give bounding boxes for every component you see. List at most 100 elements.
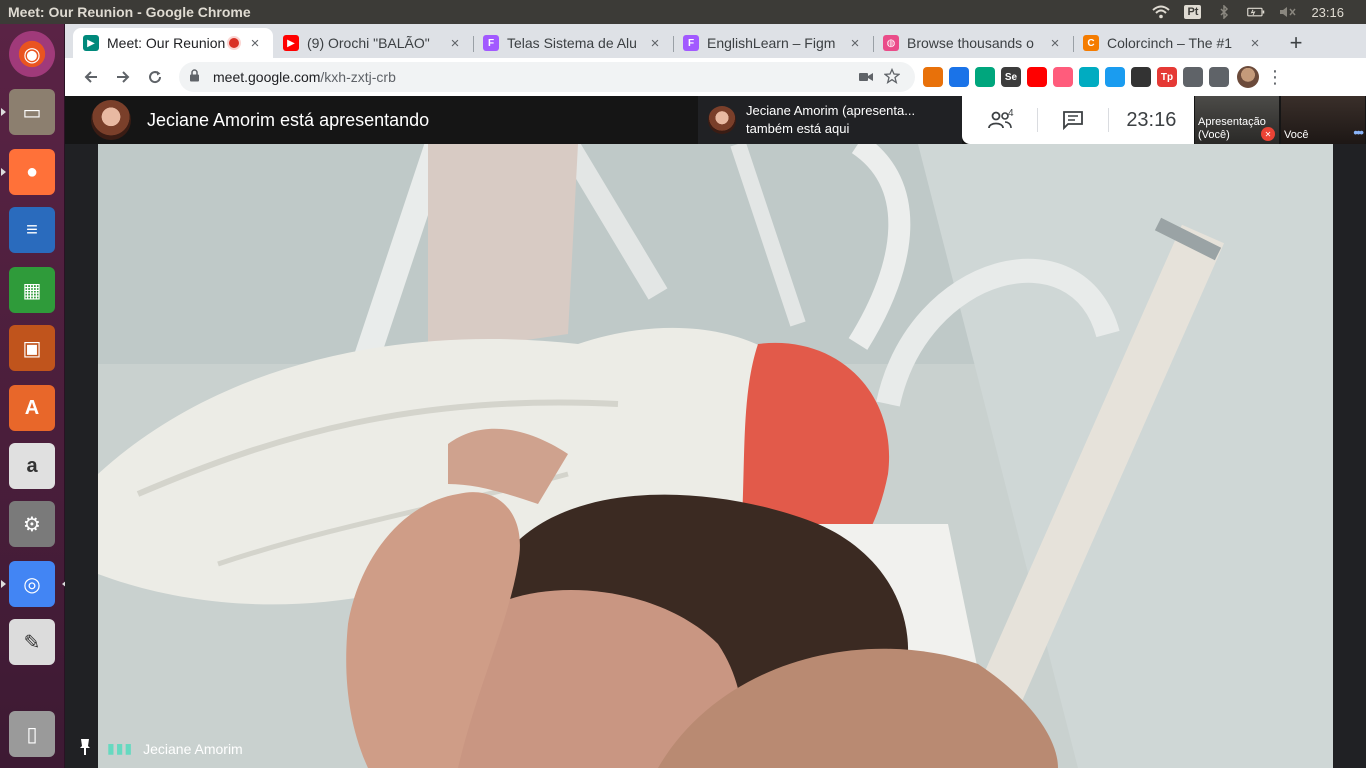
video-frame-image [98, 144, 1333, 768]
address-bar[interactable]: meet.google.com/kxh-zxtj-crb [179, 62, 915, 92]
amazon-icon: a [9, 443, 55, 489]
reload-button[interactable] [139, 61, 171, 93]
keyboard-layout-indicator[interactable]: Pt [1184, 5, 1202, 19]
launcher-item-text-editor[interactable]: ✎ [6, 616, 58, 668]
browser-tab[interactable]: F EnglishLearn – Figm × [673, 28, 873, 58]
tab-close-icon[interactable]: × [647, 35, 663, 52]
lock-icon[interactable] [189, 69, 203, 85]
tab-label: EnglishLearn – Figm [707, 35, 836, 51]
file-cabinet-icon: ▭ [9, 89, 55, 135]
browser-tab[interactable]: C Colorcinch – The #1 × [1073, 28, 1273, 58]
browser-tab[interactable]: F Telas Sistema de Alu × [473, 28, 673, 58]
window-title: Meet: Our Reunion - Google Chrome [8, 4, 251, 20]
shopping-bag-icon: A [9, 385, 55, 431]
browser-tab[interactable]: ◍ Browse thousands o × [873, 28, 1073, 58]
presentation-label-line-2: (Você) [1198, 129, 1230, 141]
launcher-item-firefox[interactable]: ● [1, 146, 58, 198]
top-panel: Meet: Our Reunion - Google Chrome Pt 23:… [0, 0, 1366, 24]
presentation-tile-label: Apresentação (Você) [1198, 116, 1266, 142]
browser-tab[interactable]: ▶ (9) Orochi "BALÃO" × [273, 28, 473, 58]
calc-icon: ▦ [9, 267, 55, 313]
forward-button[interactable] [107, 61, 139, 93]
tab-label: Browse thousands o [907, 35, 1034, 51]
meet-header: Jeciane Amorim está apresentando Jeciane… [65, 96, 1366, 144]
tab-close-icon[interactable]: × [1247, 35, 1263, 52]
system-clock[interactable]: 23:16 [1311, 5, 1344, 20]
launcher-item-libreoffice-calc[interactable]: ▦ [6, 264, 58, 316]
launcher-item-google-chrome[interactable]: ◎ [1, 558, 67, 610]
more-options-icon[interactable]: ••• [1353, 124, 1364, 140]
url-domain: meet.google.com [213, 69, 321, 85]
google-meet-icon: ▶ [83, 35, 99, 51]
unity-launcher: ◉ ▭ ● ≡ ▦ ▣ Aa ⚙ ◎ ✎ ▯ [0, 24, 67, 768]
running-indicator [1, 168, 6, 176]
reload-icon [149, 71, 162, 84]
flow-icon[interactable] [1053, 67, 1073, 87]
notice-text: Jeciane Amorim (apresenta... também está… [746, 102, 915, 138]
meet-controls: 4 23:16 [962, 96, 1194, 144]
meeting-clock: 23:16 [1126, 108, 1177, 131]
tab-close-icon[interactable]: × [1047, 35, 1063, 52]
launcher-item-ubuntu-dash[interactable]: ◉ [6, 28, 58, 80]
launcher-item-files[interactable]: ▭ [1, 86, 58, 138]
launcher-item-libreoffice-impress[interactable]: ▣ [6, 322, 58, 374]
tab-close-icon[interactable]: × [247, 35, 263, 52]
tab-close-icon[interactable]: × [447, 35, 463, 52]
wifi-icon[interactable] [1152, 5, 1171, 19]
running-indicator [1, 108, 6, 116]
speaker-label: ▮▮▮ Jeciane Amorim [79, 738, 243, 759]
picture-in-picture-icon[interactable] [1183, 67, 1203, 87]
tp-icon[interactable]: Tp [1157, 67, 1177, 87]
tab-strip: ▶ Meet: Our Reunion × ▶ (9) Orochi "BALÃO" × F… [65, 24, 1366, 58]
participants-count: 4 [1008, 108, 1014, 119]
battery-icon[interactable] [1247, 5, 1265, 19]
back-arrow-icon [84, 71, 97, 83]
forward-arrow-icon [117, 71, 130, 83]
selenium-icon[interactable]: Se [1001, 67, 1021, 87]
chrome-menu-icon[interactable]: ⋮ [1265, 67, 1285, 88]
launcher-item-libreoffice-writer[interactable]: ≡ [6, 204, 58, 256]
new-tab-button[interactable]: + [1281, 28, 1311, 58]
chat-button[interactable] [1038, 96, 1107, 144]
bluetooth-icon[interactable] [1215, 5, 1233, 19]
video-red-icon[interactable] [1027, 67, 1047, 87]
launcher-item-system-settings[interactable]: ⚙ [6, 498, 58, 550]
speaker-name: Jeciane Amorim [143, 740, 243, 757]
screen-cast-icon[interactable] [1079, 67, 1099, 87]
figma-icon: F [683, 35, 699, 51]
eyedropper-icon[interactable] [949, 67, 969, 87]
text-editor-icon: ✎ [9, 619, 55, 665]
pin-icon[interactable] [79, 738, 95, 759]
camera-self-tile[interactable]: Você ••• [1281, 96, 1365, 144]
presentation-self-tile[interactable]: Apresentação (Você) ✕ [1195, 96, 1279, 144]
launcher-item-amazon[interactable]: a [6, 440, 58, 492]
profile-avatar[interactable] [1237, 66, 1259, 88]
extension-orange-circle-icon[interactable] [923, 67, 943, 87]
tab-close-icon[interactable]: × [847, 35, 863, 52]
participants-button[interactable]: 4 [962, 96, 1037, 144]
browser-tab[interactable]: ▶ Meet: Our Reunion × [73, 28, 273, 58]
back-button[interactable] [75, 61, 107, 93]
tab-label: Meet: Our Reunion [107, 35, 226, 51]
puzzle-extensions-icon[interactable] [1209, 67, 1229, 87]
impress-icon: ▣ [9, 325, 55, 371]
tab-label: (9) Orochi "BALÃO" [307, 35, 430, 51]
chrome-icon: ◎ [9, 561, 55, 607]
running-indicator [1, 580, 6, 588]
participant-notice[interactable]: Jeciane Amorim (apresenta... também está… [698, 96, 962, 144]
launcher-item-trash[interactable]: ▯ [6, 708, 58, 760]
dribbble-icon: ◍ [883, 35, 899, 51]
color-dots-icon[interactable] [1131, 67, 1151, 87]
bookmark-star-icon[interactable] [879, 67, 905, 87]
launcher-item-software-center[interactable]: A [6, 382, 58, 434]
volume-muted-icon[interactable] [1279, 5, 1297, 19]
download-arrow-icon[interactable] [1105, 67, 1125, 87]
recording-indicator-icon [229, 38, 239, 48]
hummingbird-icon[interactable] [975, 67, 995, 87]
chat-icon [1063, 111, 1083, 130]
camera-in-use-icon[interactable] [853, 69, 879, 85]
presentation-video [98, 144, 1333, 768]
tab-label: Telas Sistema de Alu [507, 35, 637, 51]
youtube-icon: ▶ [283, 35, 299, 51]
firefox-icon: ● [9, 149, 55, 195]
